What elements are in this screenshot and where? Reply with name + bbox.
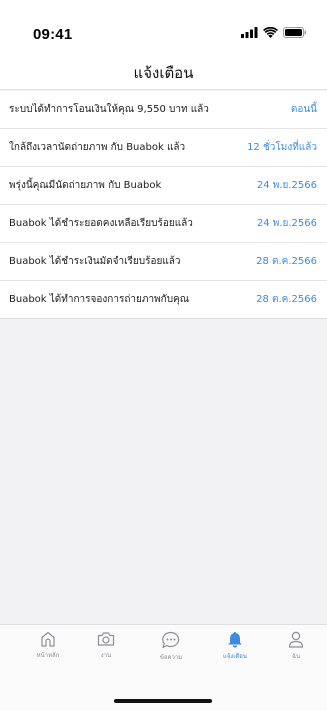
notification-text: Buabok ได้ชำระเงินมัดจำเรียบร้อยแล้ว [9,256,181,267]
notification-item[interactable]: ระบบได้ทำการโอนเงินให้คุณ 9,550 บาท แล้ว… [0,91,327,129]
page-title: แจ้งเตือน [133,64,194,82]
notification-time: 24 พ.ย.2566 [256,180,317,191]
tab-jobs[interactable]: งาน [76,631,136,660]
status-icons [241,27,307,38]
notification-item[interactable]: Buabok ได้ชำระเงินมัดจำเรียบร้อยแล้ว 28 … [0,243,327,281]
page-header: แจ้งเตือน [0,52,327,90]
notification-time: 12 ชั่วโมงที่แล้ว [247,142,317,153]
notification-text: ระบบได้ทำการโอนเงินให้คุณ 9,550 บาท แล้ว [9,104,209,115]
notification-text: Buabok ได้ทำการจองการถ่ายภาพกับคุณ [9,294,190,305]
chat-icon [162,631,180,649]
notification-text: ใกล้ถึงเวลานัดถ่ายภาพ กับ Buabok แล้ว [9,142,186,153]
notification-text: Buabok ได้ชำระยอดคงเหลือเรียบร้อยแล้ว [9,218,193,229]
bell-icon [228,632,242,648]
camera-icon [97,632,115,646]
notification-item[interactable]: ใกล้ถึงเวลานัดถ่ายภาพ กับ Buabok แล้ว 12… [0,129,327,167]
tab-home[interactable]: หน้าหลัก [18,631,78,660]
home-indicator [114,699,212,703]
notification-time: 28 ต.ค.2566 [256,256,317,267]
tab-jobs-label: งาน [100,652,112,659]
tab-profile-label: ฉัน [291,653,301,660]
wifi-icon [263,27,278,38]
signal-icon [241,27,258,38]
battery-icon [283,27,307,38]
notification-item[interactable]: พรุ่งนี้คุณมีนัดถ่ายภาพ กับ Buabok 24 พ.… [0,167,327,205]
person-icon [288,631,304,648]
notification-time: 28 ต.ค.2566 [256,294,317,305]
tab-profile[interactable]: ฉัน [266,631,326,661]
tab-messages-label: ข้อความ [159,654,183,661]
tab-bar: หน้าหลัก งาน ข้อความ แจ้งเตือน ฉัน [0,624,327,711]
home-icon [41,631,55,647]
notification-item[interactable]: Buabok ได้ทำการจองการถ่ายภาพกับคุณ 28 ต.… [0,281,327,319]
notification-time: 24 พ.ย.2566 [256,218,317,229]
notification-item[interactable]: Buabok ได้ชำระยอดคงเหลือเรียบร้อยแล้ว 24… [0,205,327,243]
tab-home-label: หน้าหลัก [36,652,60,659]
tab-notifications-label: แจ้งเตือน [223,653,247,660]
status-time: 09:41 [33,26,73,43]
notification-text: พรุ่งนี้คุณมีนัดถ่ายภาพ กับ Buabok [9,180,162,191]
tab-messages[interactable]: ข้อความ [141,631,201,662]
notification-list: ระบบได้ทำการโอนเงินให้คุณ 9,550 บาท แล้ว… [0,91,327,319]
tab-notifications[interactable]: แจ้งเตือน [205,631,265,661]
status-bar: 09:41 [0,0,327,52]
notification-time: ตอนนี้ [290,104,317,115]
